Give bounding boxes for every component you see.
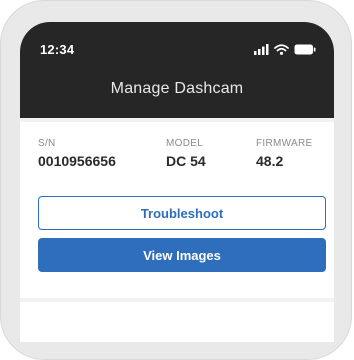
device-info-row: S/N 0010956656 MODEL DC 54 FIRMWARE 48.2 <box>20 138 334 182</box>
wifi-icon <box>274 43 289 55</box>
status-icons <box>254 42 316 56</box>
battery-icon <box>294 44 316 55</box>
status-time: 12:34 <box>40 42 75 57</box>
serial-number-value: 0010956656 <box>38 153 116 169</box>
app-header: 12:34 Manage Dashcam <box>20 22 334 118</box>
device-card: S/N 0010956656 MODEL DC 54 FIRMWARE 48.2… <box>20 122 334 298</box>
model-value: DC 54 <box>166 153 206 169</box>
serial-number-field: S/N 0010956656 <box>38 138 116 169</box>
firmware-label: FIRMWARE <box>256 138 313 149</box>
lower-card <box>20 302 334 342</box>
signal-icon <box>254 43 269 55</box>
view-images-button[interactable]: View Images <box>38 238 326 272</box>
firmware-value: 48.2 <box>256 153 284 169</box>
serial-number-label: S/N <box>38 138 56 149</box>
model-field: MODEL DC 54 <box>166 138 206 169</box>
model-label: MODEL <box>166 138 204 149</box>
firmware-field: FIRMWARE 48.2 <box>256 138 312 169</box>
troubleshoot-button[interactable]: Troubleshoot <box>38 196 326 230</box>
phone-screen: 12:34 Manage Dashcam S/N 0010956656 MODE… <box>20 22 334 342</box>
page-title: Manage Dashcam <box>110 80 244 97</box>
